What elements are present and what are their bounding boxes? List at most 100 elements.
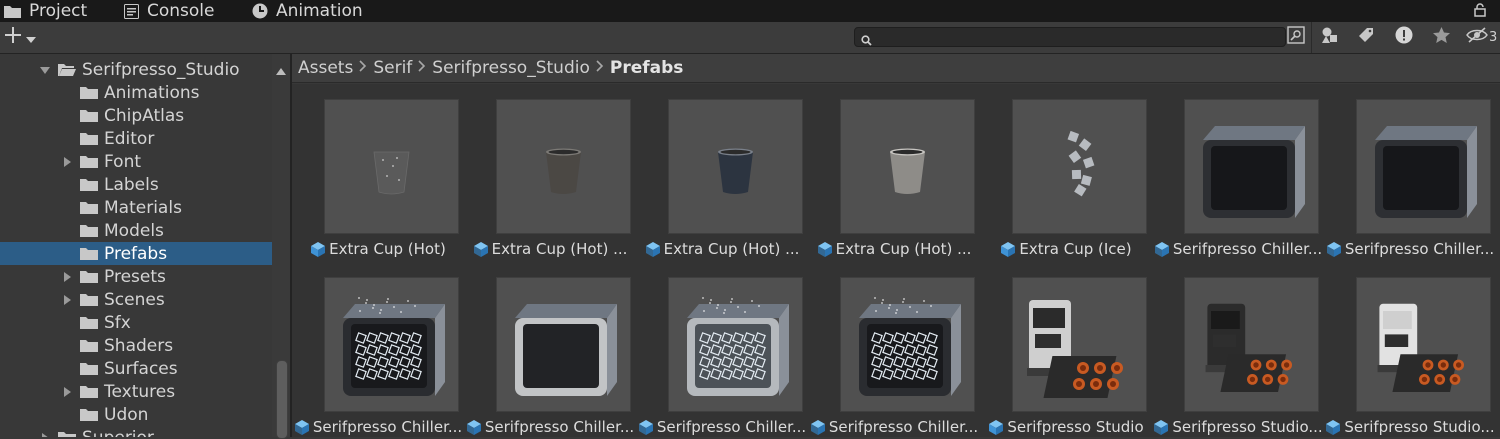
asset-item[interactable]: Serifpresso Chiller... <box>464 262 636 436</box>
asset-name: Extra Cup (Hot) ... <box>491 240 628 258</box>
prefab-variant-icon <box>1326 241 1342 258</box>
prefab-variant-icon <box>1153 419 1169 436</box>
asset-thumbnail <box>496 277 631 412</box>
tree-item-label: Surfaces <box>104 358 178 379</box>
asset-item[interactable]: Serifpresso Chiller... <box>808 262 980 436</box>
tree-item[interactable]: Materials <box>0 196 272 219</box>
tree-item[interactable]: ChipAtlas <box>0 104 272 127</box>
tab-console[interactable]: Console <box>124 0 215 22</box>
tree-item-label: Textures <box>104 381 176 402</box>
filter-by-label-button[interactable] <box>1355 25 1377 49</box>
asset-item[interactable]: Serifpresso Chiller... <box>1152 84 1324 258</box>
prefab-icon <box>988 419 1004 436</box>
tree-item-label: Models <box>104 220 164 241</box>
tree-item[interactable]: Superior <box>0 426 272 437</box>
chevron-down-icon[interactable] <box>40 65 50 75</box>
asset-item[interactable]: Serifpresso Studio <box>980 262 1152 436</box>
arrow-up-icon[interactable] <box>276 60 286 79</box>
asset-item[interactable]: Serifpresso Studio... <box>1324 262 1496 436</box>
breadcrumb-item[interactable]: Assets <box>298 58 353 78</box>
asset-thumbnail <box>840 277 975 412</box>
asset-thumbnail <box>1184 277 1319 412</box>
breadcrumb-item[interactable]: Prefabs <box>610 58 684 78</box>
favorite-button[interactable] <box>1430 25 1452 49</box>
tree-item-label: Materials <box>104 197 182 218</box>
tree-item-label: Serifpresso_Studio <box>82 59 240 80</box>
chevron-right-icon[interactable] <box>40 433 50 437</box>
asset-label: Serifpresso Chiller... <box>808 417 980 437</box>
tree-item-label: Udon <box>104 404 149 425</box>
tree-item[interactable]: Serifpresso_Studio <box>0 58 272 81</box>
lock-icon[interactable] <box>1474 2 1486 21</box>
folder-icon <box>4 4 21 18</box>
asset-name: Serifpresso Studio... <box>1172 418 1323 436</box>
asset-label: Serifpresso Chiller... <box>1324 239 1496 259</box>
breadcrumb-item[interactable]: Serifpresso_Studio <box>432 58 590 78</box>
tree-item[interactable]: Scenes <box>0 288 272 311</box>
hidden-packages-button[interactable]: 3 <box>1466 25 1500 49</box>
tree-item[interactable]: Labels <box>0 173 272 196</box>
hidden-count: 3 <box>1489 29 1498 45</box>
tab-label: Console <box>147 1 215 21</box>
tree-item[interactable]: Editor <box>0 127 272 150</box>
chevron-right-icon[interactable] <box>62 387 72 397</box>
exclamation-icon <box>1395 26 1413 48</box>
search-input[interactable] <box>854 27 1286 47</box>
tree-item[interactable]: Textures <box>0 380 272 403</box>
chevron-right-icon <box>418 60 426 76</box>
tab-project[interactable]: Project <box>4 0 87 22</box>
asset-name: Extra Cup (Hot) ... <box>835 240 972 258</box>
prefab-variant-icon <box>817 241 833 258</box>
asset-item[interactable]: Serifpresso Studio... <box>1152 262 1324 436</box>
project-toolbar: 3 <box>0 22 1500 54</box>
asset-thumbnail <box>324 99 459 234</box>
asset-item[interactable]: Extra Cup (Hot) ... <box>636 84 808 258</box>
prefab-variant-icon <box>1154 241 1170 258</box>
tree-scrollbar[interactable] <box>272 54 290 439</box>
asset-name: Extra Cup (Hot) ... <box>663 240 800 258</box>
asset-thumbnail <box>1184 99 1319 234</box>
chevron-right-icon[interactable] <box>62 157 72 167</box>
prefab-variant-icon <box>810 419 826 436</box>
folder-open-icon <box>58 62 76 82</box>
folder-icon <box>80 407 98 427</box>
chevron-right-icon[interactable] <box>62 295 72 305</box>
asset-name: Serifpresso Studio <box>1007 418 1144 436</box>
asset-item[interactable]: Serifpresso Chiller... <box>292 262 464 436</box>
tree-item[interactable]: Surfaces <box>0 357 272 380</box>
tree-item[interactable]: Shaders <box>0 334 272 357</box>
asset-name: Serifpresso Chiller... <box>1344 240 1495 258</box>
tree-item[interactable]: Sfx <box>0 311 272 334</box>
chevron-right-icon[interactable] <box>62 272 72 282</box>
create-dropdown-button[interactable] <box>4 26 36 48</box>
tree-item[interactable]: Models <box>0 219 272 242</box>
tree-item[interactable]: Prefabs <box>0 242 272 265</box>
tree-item[interactable]: Animations <box>0 81 272 104</box>
prefab-variant-icon <box>645 241 661 258</box>
asset-item[interactable]: Extra Cup (Hot) <box>292 84 464 258</box>
folder-icon <box>80 338 98 358</box>
filter-by-log-type-button[interactable] <box>1392 25 1416 49</box>
prefab-icon <box>1000 241 1016 258</box>
asset-thumbnail <box>1356 99 1491 234</box>
asset-item[interactable]: Serifpresso Chiller... <box>1324 84 1496 258</box>
asset-item[interactable]: Serifpresso Chiller... <box>636 262 808 436</box>
tree-item[interactable]: Presets <box>0 265 272 288</box>
search-by-type-button[interactable] <box>1286 25 1306 49</box>
asset-label: Serifpresso Chiller... <box>464 417 636 437</box>
console-icon <box>124 3 139 19</box>
asset-name: Serifpresso Chiller... <box>828 418 979 436</box>
scrollbar-thumb[interactable] <box>276 360 288 439</box>
tree-item[interactable]: Font <box>0 150 272 173</box>
tree-item[interactable]: Udon <box>0 403 272 426</box>
folder-icon <box>80 246 98 266</box>
breadcrumb-item[interactable]: Serif <box>373 58 412 78</box>
asset-name: Serifpresso Chiller... <box>312 418 463 436</box>
tab-animation[interactable]: Animation <box>252 0 363 22</box>
asset-item[interactable]: Extra Cup (Hot) ... <box>464 84 636 258</box>
asset-name: Serifpresso Chiller... <box>656 418 807 436</box>
asset-item[interactable]: Extra Cup (Hot) ... <box>808 84 980 258</box>
asset-item[interactable]: Extra Cup (Ice) <box>980 84 1152 258</box>
filter-by-type-button[interactable] <box>1318 25 1342 49</box>
asset-thumbnail <box>1012 99 1147 234</box>
